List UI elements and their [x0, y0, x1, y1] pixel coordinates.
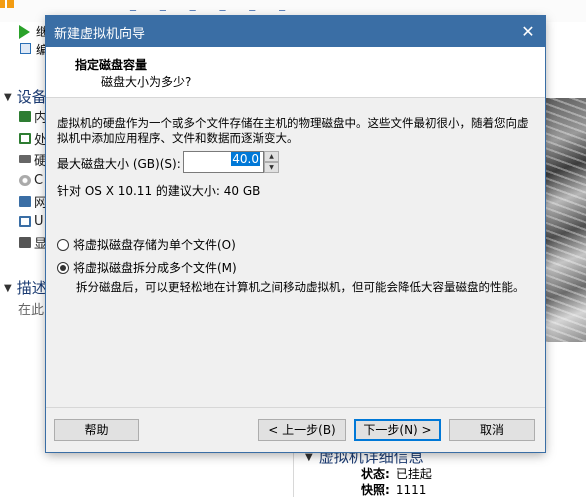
- wizard-step-title: 指定磁盘容量: [75, 58, 148, 72]
- play-icon[interactable]: [19, 25, 30, 39]
- device-item-display[interactable]: 显: [19, 234, 47, 252]
- new-vm-wizard-dialog: 新建虚拟机向导 ✕ 指定磁盘容量 磁盘大小为多少? 虚拟机的硬盘作为一个或多个文…: [46, 16, 545, 452]
- wizard-header: 指定磁盘容量 磁盘大小为多少?: [46, 47, 545, 98]
- vm-preview-thumbnail[interactable]: [543, 98, 586, 342]
- radio-circle-icon[interactable]: [57, 238, 69, 251]
- wizard-footer: 帮助 < 上一步(B) 下一步(N) > 取消: [46, 407, 545, 452]
- max-disk-size-value[interactable]: 40.0: [231, 152, 260, 166]
- panel-divider: [293, 450, 294, 497]
- wizard-body: 虚拟机的硬盘作为一个或多个文件存储在主机的物理磁盘中。这些文件最初很小，随着您向…: [46, 98, 545, 407]
- spin-up-icon[interactable]: ▲: [264, 151, 279, 162]
- device-item-memory[interactable]: 内: [19, 108, 47, 126]
- max-disk-size-spinner[interactable]: 40.0 ▲ ▼: [183, 151, 279, 173]
- collapse-arrow-icon[interactable]: ▼: [4, 283, 12, 294]
- snapshot-value: 1111: [395, 483, 427, 497]
- wizard-step-subtitle: 磁盘大小为多少?: [101, 75, 192, 89]
- help-button[interactable]: 帮助: [54, 419, 139, 441]
- edit-icon[interactable]: [20, 43, 31, 54]
- next-button[interactable]: 下一步(N) >: [354, 419, 441, 441]
- dialog-title: 新建虚拟机向导: [54, 27, 146, 42]
- split-disk-note: 拆分磁盘后，可以更轻松地在计算机之间移动虚拟机，但可能会降低大容量磁盘的性能。: [76, 280, 525, 294]
- description-hint[interactable]: 在此: [18, 299, 44, 318]
- device-item-usb[interactable]: U: [19, 213, 44, 229]
- memory-icon: [19, 110, 31, 122]
- toolbar-fragment: _ _ _ _ _ _: [130, 0, 296, 11]
- description-heading: 描述: [16, 279, 47, 297]
- harddisk-icon: [19, 155, 31, 163]
- sidebar: 继 编 ▼ 设备 内 处 硬 C 网 U 显 ▼ 描述 在此: [0, 0, 48, 497]
- collapse-arrow-icon[interactable]: ▼: [4, 92, 12, 103]
- details-status-row: 状态: 已挂起: [361, 465, 432, 482]
- device-item-harddisk[interactable]: 硬: [19, 151, 47, 169]
- device-item-network[interactable]: 网: [19, 193, 47, 211]
- status-label: 状态:: [361, 467, 390, 481]
- cancel-button[interactable]: 取消: [449, 419, 535, 441]
- radio-circle-checked-icon[interactable]: [57, 261, 69, 274]
- status-value: 已挂起: [395, 467, 432, 481]
- spin-buttons[interactable]: ▲ ▼: [264, 151, 279, 173]
- network-icon: [19, 195, 31, 207]
- details-snapshot-row: 快照: 1111: [361, 481, 426, 497]
- radio-split-files[interactable]: 将虚拟磁盘拆分成多个文件(M): [57, 259, 237, 276]
- device-item-cdrom[interactable]: C: [19, 172, 43, 188]
- dialog-title-bar[interactable]: 新建虚拟机向导 ✕: [46, 16, 545, 47]
- disk-description: 虚拟机的硬盘作为一个或多个文件存储在主机的物理磁盘中。这些文件最初很小，随着您向…: [57, 116, 529, 145]
- spin-down-icon[interactable]: ▼: [264, 162, 279, 173]
- recommended-size: 针对 OS X 10.11 的建议大小: 40 GB: [57, 184, 261, 198]
- close-icon[interactable]: ✕: [511, 16, 545, 47]
- display-icon: [19, 236, 31, 248]
- usb-icon: [19, 215, 31, 227]
- processor-icon: [19, 132, 31, 144]
- cdrom-icon: [19, 174, 31, 186]
- radio-split-files-label[interactable]: 将虚拟磁盘拆分成多个文件(M): [73, 259, 237, 276]
- devices-heading: 设备: [16, 88, 47, 106]
- description-section[interactable]: ▼ 描述: [4, 277, 47, 298]
- collapse-arrow-icon[interactable]: ▼: [305, 452, 313, 463]
- device-item-processor[interactable]: 处: [19, 130, 47, 148]
- device-label: C: [34, 172, 44, 188]
- back-button[interactable]: < 上一步(B): [258, 419, 346, 441]
- radio-single-file[interactable]: 将虚拟磁盘存储为单个文件(O): [57, 236, 236, 253]
- snapshot-label: 快照:: [361, 483, 390, 497]
- max-disk-size-label: 最大磁盘大小 (GB)(S):: [57, 157, 181, 171]
- max-disk-size-input[interactable]: 40.0: [183, 151, 264, 173]
- device-label: U: [34, 213, 44, 229]
- radio-single-file-label[interactable]: 将虚拟磁盘存储为单个文件(O): [73, 236, 236, 253]
- devices-section[interactable]: ▼ 设备: [4, 86, 47, 107]
- thumbnail-texture: [543, 98, 586, 342]
